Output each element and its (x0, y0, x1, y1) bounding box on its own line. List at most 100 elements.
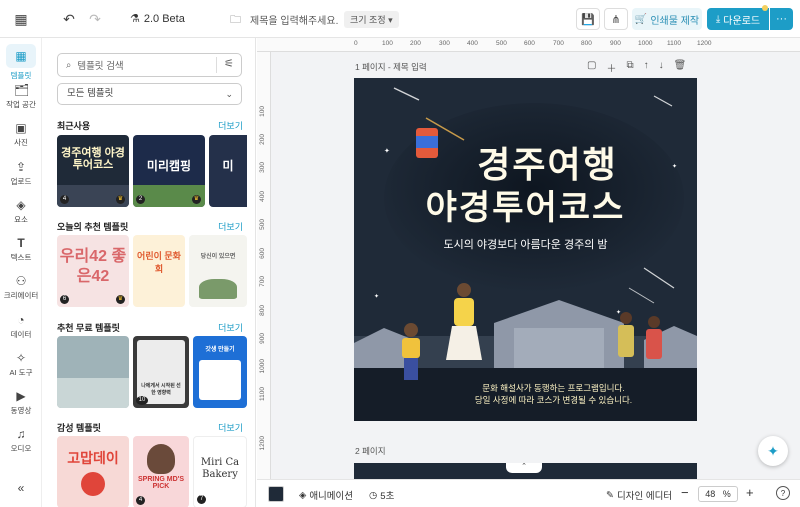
nav-item-text[interactable]: T 텍스트 (0, 236, 42, 263)
template-thumb[interactable] (57, 336, 129, 408)
move-down-icon[interactable]: ↓ (659, 60, 664, 75)
chevron-down-icon: ⌄ (225, 89, 233, 99)
design-subtitle[interactable]: 도시의 야경보다 아름다운 경주의 밤 (354, 236, 697, 252)
download-button[interactable]: ⤓ 다운로드 (707, 8, 769, 30)
zoom-in-button[interactable]: + (746, 485, 754, 500)
move-up-icon[interactable]: ↑ (644, 60, 649, 75)
page-2-label[interactable]: 2 페이지 (355, 445, 386, 457)
ruler-tick: 800 (581, 40, 592, 47)
more-link-free[interactable]: 더보기 (218, 321, 243, 334)
ruler-tick: 1200 (259, 436, 266, 451)
ruler-tick: 500 (496, 40, 507, 47)
print-button[interactable]: 🛒 인쇄물 제작 (632, 8, 702, 30)
design-note-line-1[interactable]: 문화 해설사가 동행하는 프로그램입니다. (382, 382, 697, 394)
nav-item-elements[interactable]: ◈ 요소 (0, 198, 42, 225)
template-thumb[interactable]: 우리42 좋은42 6 ♛ (57, 235, 129, 307)
more-link-emotional[interactable]: 더보기 (218, 421, 243, 434)
more-options-button[interactable]: ··· (770, 8, 793, 30)
grid-menu-icon[interactable]: ▦ (10, 8, 32, 30)
more-link-recommend[interactable]: 더보기 (218, 220, 243, 233)
zoom-input[interactable]: 48 % (698, 486, 738, 502)
template-thumb[interactable]: 미리캠핑 2 ♛ (133, 135, 205, 207)
template-thumb[interactable]: Miri Ca Bakery 7 (193, 436, 247, 507)
template-thumb[interactable]: SPRING MD'S PICK 4 (133, 436, 189, 507)
version-label: 2.0 Beta (143, 12, 185, 25)
background-color-swatch[interactable] (268, 486, 284, 502)
page-count-badge: 4 (136, 496, 145, 505)
nav-label: 템플릿 (10, 71, 32, 80)
data-icon: ◔ (17, 313, 25, 327)
page-count-badge: 6 (60, 295, 69, 304)
ruler-tick: 600 (259, 248, 266, 259)
thumb-text: 미리캠핑 (146, 159, 192, 173)
doc-title-input[interactable]: 제목을 입력해주세요. (250, 12, 338, 27)
page-1-label[interactable]: 1 페이지 - 제목 입력 (355, 61, 427, 73)
design-title-line-2[interactable]: 야경투어코스 (354, 180, 697, 229)
template-thumb[interactable]: 고맙데이 (57, 436, 129, 507)
duplicate-icon[interactable]: ⧉ (626, 60, 633, 75)
nav-item-audio[interactable]: ♫ 오디오 (0, 427, 42, 454)
zoom-out-button[interactable]: − (681, 485, 689, 500)
template-thumb[interactable]: 갓생 만들기 (193, 336, 247, 408)
ruler-tick: 200 (410, 40, 421, 47)
svg-text:✦: ✦ (374, 293, 379, 300)
print-label: 인쇄물 제작 (650, 15, 700, 27)
design-page-2[interactable]: ⌃ (354, 463, 697, 479)
folder-icon[interactable]: 🗀 (230, 11, 241, 30)
animation-button[interactable]: ◈ 애니메이션 (299, 488, 354, 503)
ruler-tick: 300 (439, 40, 450, 47)
thumb-text: 나에게서 시작된 선한 영향력 (141, 383, 181, 396)
zoom-value: 48 (705, 489, 716, 499)
add-page-icon[interactable]: ▢ (587, 60, 596, 75)
nav-label: 동영상 (10, 406, 32, 415)
animation-label: 애니메이션 (309, 491, 354, 502)
nav-item-creator[interactable]: ⚇ 크리에이터 (0, 274, 42, 301)
cart-icon: 🛒 (634, 13, 648, 25)
nav-item-photo[interactable]: ▣ 사진 (0, 121, 42, 148)
share-icon[interactable]: ⋔ (604, 8, 628, 30)
design-editor-button[interactable]: ✎ 디자인 에디터 (606, 488, 672, 503)
template-thumb[interactable]: 경주여행 야경투어코스 4 ♛ (57, 135, 129, 207)
ai-assistant-button[interactable]: ✦ (758, 436, 788, 466)
trash-icon[interactable]: 🗑 (674, 60, 687, 75)
undo-icon[interactable]: ↶ (58, 8, 80, 30)
nav-item-ai[interactable]: ✧ AI 도구 (0, 351, 42, 378)
filter-icon[interactable]: ⚟ (221, 57, 237, 73)
redo-icon[interactable]: ↷ (84, 8, 106, 30)
ruler-tick: 300 (259, 162, 266, 173)
design-note-line-2[interactable]: 당일 사정에 따라 코스가 변경될 수 있습니다. (382, 394, 697, 406)
nav-item-video[interactable]: ▶ 동영상 (0, 389, 42, 416)
clock-icon: ◷ (369, 489, 378, 501)
search-placeholder: 템플릿 검색 (77, 61, 124, 72)
save-icon[interactable]: 💾 (576, 8, 600, 30)
version-indicator[interactable]: ⚗ 2.0 Beta (130, 12, 185, 26)
nav-item-data[interactable]: ◔ 데이터 (0, 313, 42, 340)
ruler-tick: 500 (259, 219, 266, 230)
template-thumb[interactable]: 당신이 있으면 (189, 235, 247, 307)
template-thumb[interactable]: 미 (209, 135, 247, 207)
thumb-text: 당신이 있으면 (200, 254, 236, 260)
template-category-select[interactable]: 모든 템플릿 ⌄ (57, 83, 242, 105)
nav-item-template[interactable]: ▦ 템플릿 (0, 44, 42, 81)
collapse-icon[interactable]: « (0, 481, 42, 495)
page-count-badge: 4 (60, 195, 69, 204)
page-count-badge: 7 (197, 495, 206, 504)
duration-button[interactable]: ◷ 5초 (369, 488, 394, 503)
plus-icon[interactable]: ＋ (606, 60, 616, 75)
nav-item-upload[interactable]: ⇪ 업로드 (0, 160, 42, 187)
chevron-up-icon[interactable]: ⌃ (506, 463, 542, 473)
ruler-tick: 900 (610, 40, 621, 47)
design-page-1[interactable]: ✦ ✦ ✦ ✦ ✦ 경주여 (354, 78, 697, 421)
template-thumb[interactable]: 나에게서 시작된 선한 영향력 10 (133, 336, 189, 408)
nav-item-workspace[interactable]: 🗂 작업 공간 (0, 83, 42, 110)
help-icon[interactable]: ? (776, 486, 790, 500)
notification-dot (762, 5, 768, 11)
canvas-area[interactable]: 0 100 200 300 400 500 600 700 800 900 10… (257, 38, 800, 479)
page-count-badge: 2 (136, 195, 145, 204)
nav-label: 작업 공간 (6, 100, 36, 109)
template-thumb[interactable]: 어린이 문화회 (133, 235, 185, 307)
more-link-recent[interactable]: 더보기 (218, 119, 243, 132)
resize-button[interactable]: 크기 조정 ▾ (344, 11, 399, 28)
search-input[interactable]: ⌕ 템플릿 검색 ⚟ (57, 53, 242, 77)
section-title-free: 추천 무료 템플릿 (57, 323, 120, 333)
